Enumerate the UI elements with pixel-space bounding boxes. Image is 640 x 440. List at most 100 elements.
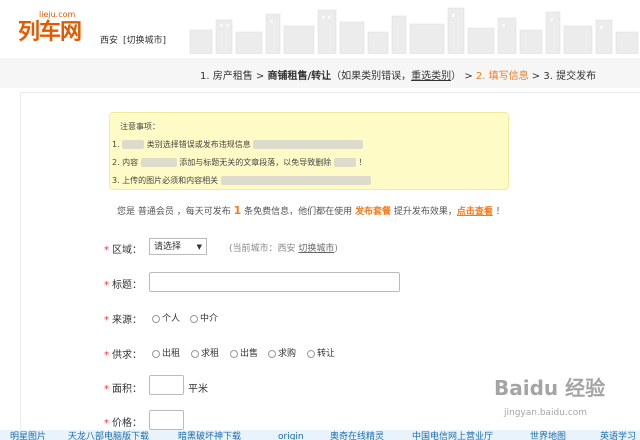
redacted-text [220,176,371,185]
notice-line-2-text: 添加与标题无关的文章段落，以免导致删除 [179,158,332,167]
required-marker: * [104,384,109,395]
radio-circle-icon [152,349,160,358]
step-shop-category: 商铺租售/转让 [267,71,332,82]
title-label-text: 标题： [112,280,142,291]
radio-label: 中介 [200,314,219,324]
supply-radio-seek-rent[interactable]: 求租 [191,346,219,359]
member-text-post: 提升发布效果， [391,207,457,217]
notice-line-1: 1. 类别选择错误或发布违规信息 [112,139,364,150]
region-select[interactable]: 请选择 ▼ [149,238,207,255]
related-link[interactable]: 中国电信网上营业厅 [412,430,493,440]
related-links-bar: 明星图片 天龙八部电脑版下载 暗黑破坏神下载 origin 奥奇在线精灵 中国电… [0,430,640,440]
city-skyline-banner [189,7,639,54]
radio-label: 求购 [278,349,297,359]
radio-circle-icon [190,314,198,323]
notice-line-2: 2. 内容 添加与标题无关的文章段落，以免导致删除 ！ [112,157,366,168]
member-text-pre: 您是 普通会员 ，每天可发布 [117,207,234,217]
related-link[interactable]: origin [278,430,304,440]
source-label-text: 来源： [112,315,142,326]
redacted-text [140,158,177,167]
radio-circle-icon [268,349,276,358]
related-link[interactable]: 世界地图 [530,430,566,440]
current-city-hint: (当前城市：西安 切换城市) [229,241,338,254]
step-submit: 3. 提交发布 [543,71,597,82]
notice-line-3-text: 3. 上传的图片必须和内容相关 [112,176,219,185]
watermark-sub: jingyan.baidu.com [504,408,588,418]
radio-label: 转让 [317,349,336,359]
click-view-link[interactable]: 点击查看 [457,207,493,217]
notice-line-1-num: 1. [112,140,120,149]
step-separator: > [528,71,544,82]
required-marker: * [104,280,109,291]
publish-package-link[interactable]: 发布套餐 [355,207,391,217]
area-unit: 平米 [188,384,208,395]
supply-radio-sell[interactable]: 出售 [230,346,258,359]
supply-radio-rent-out[interactable]: 出租 [152,346,180,359]
step-fill-info: 2. 填写信息 [475,71,529,82]
progress-steps: 1. 房产租售 > 商铺租售/转让（如果类别错误，重选类别） > 2. 填写信息… [0,58,640,88]
redacted-text [122,140,145,149]
radio-circle-icon [191,349,199,358]
watermark-main: Baidu 经验 [494,376,606,400]
required-marker: * [104,245,109,256]
step-separator: > [461,71,476,82]
header-bar: lieju.com 列车网 西安 [切换城市] [0,0,640,58]
related-link[interactable]: 英语学习 [600,430,636,440]
redacted-text [333,158,356,167]
title-input[interactable] [149,272,400,292]
radio-label: 出租 [162,349,181,359]
radio-label: 求租 [201,349,220,359]
radio-circle-icon [307,349,315,358]
supply-radio-transfer[interactable]: 转让 [307,346,335,359]
member-text-mid: 条免费信息，他们都在使用 [241,207,355,217]
price-label-text: 价格： [112,418,142,429]
step-house-rent-sale: 1. 房产租售 [200,71,253,82]
member-text-end: ！ [492,207,505,217]
member-quota-info: 您是 普通会员 ，每天可发布 1 条免费信息，他们都在使用 发布套餐 提升发布效… [117,204,505,217]
required-marker: * [104,418,109,429]
region-select-value: 请选择 [154,242,182,252]
supply-label: * 供求： [104,346,142,361]
related-link[interactable]: 天龙八部电脑版下载 [68,430,149,440]
supply-label-text: 供求： [112,350,142,361]
steps-breadcrumb: 1. 房产租售 > 商铺租售/转让（如果类别错误，重选类别） > 2. 填写信息… [200,67,596,82]
reselect-category-link[interactable]: 重选类别 [411,71,451,82]
notice-line-2-end: ！ [358,158,367,167]
current-city: 西安 [100,36,119,46]
notice-line-3: 3. 上传的图片必须和内容相关 [112,175,371,186]
area-label-text: 面积： [112,384,142,395]
region-label: * 区域： [104,241,142,256]
price-input[interactable] [149,410,184,430]
area-label: * 面积： [104,380,142,395]
required-marker: * [104,315,109,326]
region-label-text: 区域： [112,245,142,256]
radio-label: 个人 [162,314,181,324]
source-radio-agency[interactable]: 中介 [190,311,218,324]
redacted-text [253,140,364,149]
step-category-note-end: ） [451,71,462,82]
hint-text: (当前城市：西安 [229,244,299,254]
switch-city-link[interactable]: [切换城市] [123,33,166,46]
radio-circle-icon [152,314,160,323]
notice-box: 注意事项： 1. 类别选择错误或发布违规信息 2. 内容 添加与标题无关的文章段… [109,112,509,190]
dropdown-caret-icon: ▼ [196,243,202,251]
related-link[interactable]: 暗黑破坏神下载 [178,430,241,440]
radio-circle-icon [230,349,238,358]
step-category-note: （如果类别错误， [331,71,412,82]
related-link[interactable]: 奥奇在线精灵 [330,430,384,440]
notice-title: 注意事项： [120,122,160,131]
radio-label: 出售 [240,349,259,359]
hint-text-end: ) [334,244,338,254]
baidu-jingyan-watermark: Baidu 经验 jingyan.baidu.com [486,370,636,430]
title-label: * 标题： [104,276,142,291]
switch-city-hint-link[interactable]: 切换城市 [298,244,334,254]
required-marker: * [104,350,109,361]
source-radio-personal[interactable]: 个人 [152,311,180,324]
area-input[interactable] [149,375,184,395]
notice-line-1-text: 类别选择错误或发布违规信息 [146,140,251,149]
site-logo[interactable]: 列车网 [18,14,82,46]
supply-radio-seek-buy[interactable]: 求购 [268,346,296,359]
notice-line-2-pre: 2. 内容 [112,158,139,167]
source-label: * 来源： [104,311,142,326]
related-link[interactable]: 明星图片 [10,430,46,440]
